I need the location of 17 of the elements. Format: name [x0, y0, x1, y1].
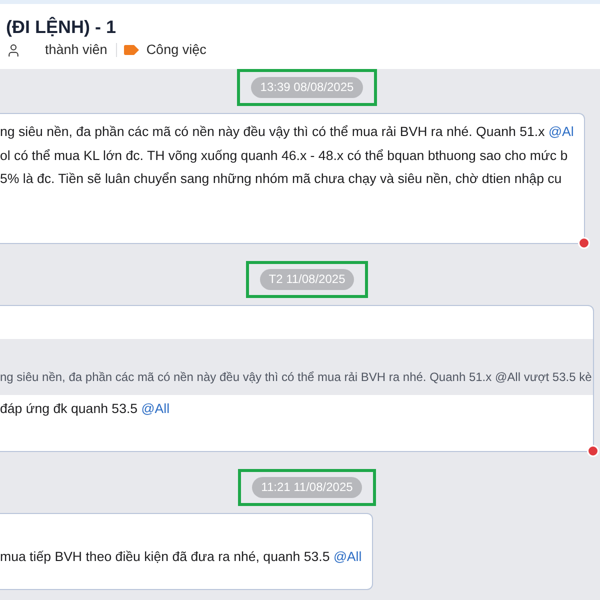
message-text: mua tiếp BVH theo điều kiện đã đưa ra nhé, quanh 53.5 @All	[0, 548, 362, 566]
reaction-icon[interactable]	[578, 236, 590, 248]
tag-label[interactable]: Công việc	[146, 41, 206, 59]
mention-link[interactable]: @All	[333, 549, 362, 564]
mention-link[interactable]: @All	[141, 400, 170, 416]
tag-icon	[124, 45, 140, 55]
message-text: đáp ứng đk quanh 53.5 @All	[0, 400, 171, 418]
message-text: ng siêu nền, đa phần các mã có nền này đều vậy thì có thể mua rải BVH ra nhé. Quanh 51.x @Al ol có thể mua KL lớn đc. TH võng xuống quanh 46.x - 48.x có thể bquan bthuong sao cho mức b 5% là đc. Tiền sẽ luân chuyển sang những nhóm mã chưa chạy và siêu nền, chờ dtien nhập cu	[0, 123, 574, 188]
person-icon[interactable]	[6, 42, 21, 58]
reaction-icon[interactable]	[587, 445, 599, 457]
date-pill: T2 11/08/2025	[260, 268, 354, 290]
date-pill: 11:21 11/08/2025	[252, 477, 362, 498]
mention-link[interactable]: @Al	[548, 124, 574, 139]
chat-title: (ĐI LỆNH) - 1	[6, 16, 116, 38]
members-label[interactable]: thành viên	[45, 41, 108, 59]
quoted-message-text: ng siêu nền, đa phần các mã có nền này đều vậy thì có thể mua rải BVH ra nhé. Quanh 51.x @All vượt 53.5 kè	[0, 368, 589, 386]
date-pill: 13:39 08/08/2025	[251, 77, 363, 98]
